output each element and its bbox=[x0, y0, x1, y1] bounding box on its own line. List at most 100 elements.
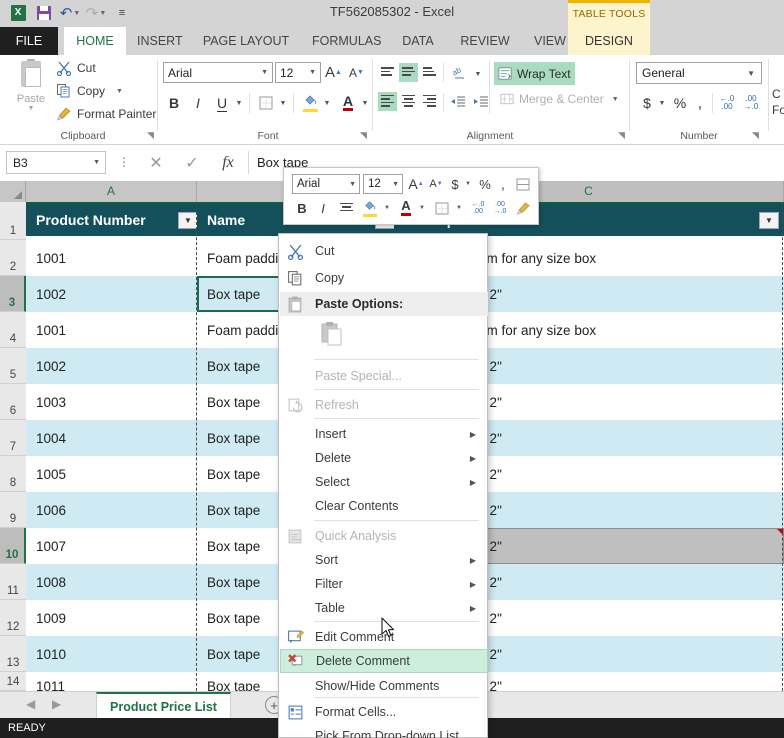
comma-button[interactable]: , bbox=[692, 92, 708, 114]
number-dialog-launcher[interactable]: ◥ bbox=[752, 130, 759, 141]
cell-a11[interactable]: 1008 bbox=[26, 564, 197, 600]
mini-borders-top-button[interactable] bbox=[512, 174, 534, 194]
row-header-4[interactable]: 4 bbox=[0, 312, 26, 348]
row-header-3[interactable]: 3 bbox=[0, 276, 26, 312]
mini-font-size-dropdown-icon[interactable]: ▼ bbox=[392, 181, 402, 188]
currency-button[interactable]: $ bbox=[638, 92, 656, 114]
sheet-tab-product-price-list[interactable]: Product Price List bbox=[96, 692, 231, 719]
merge-center-button[interactable]: Merge & Center ▼ bbox=[500, 92, 619, 106]
cell-a3[interactable]: 1002 bbox=[26, 276, 197, 312]
font-size-input[interactable]: 12 ▼ bbox=[275, 62, 321, 83]
cell-a5[interactable]: 1002 bbox=[26, 348, 197, 384]
currency-dropdown-icon[interactable]: ▼ bbox=[656, 96, 668, 110]
paste-options-gallery[interactable] bbox=[280, 316, 488, 356]
row-header-11[interactable]: 11 bbox=[0, 564, 26, 600]
cell-a7[interactable]: 1004 bbox=[26, 420, 197, 456]
underline-dropdown-icon[interactable]: ▼ bbox=[233, 96, 245, 110]
formula-bar-handle[interactable]: ⋮ bbox=[118, 155, 130, 169]
row-header-7[interactable]: 7 bbox=[0, 420, 26, 456]
name-box[interactable]: B3 ▼ bbox=[6, 151, 106, 174]
copy-button[interactable]: Copy ▼ bbox=[56, 83, 123, 99]
mini-font-name-dropdown-icon[interactable]: ▼ bbox=[349, 181, 359, 188]
context-menu-item-copy[interactable]: Copy bbox=[280, 266, 488, 290]
row-header-2[interactable]: 2 bbox=[0, 240, 26, 276]
context-menu-item-pick-from-dropdown-list[interactable]: Pick From Drop-down List... bbox=[280, 724, 488, 738]
enter-formula-button[interactable]: ✓ bbox=[176, 151, 208, 174]
mini-italic-button[interactable]: I bbox=[313, 198, 333, 218]
context-menu-item-filter[interactable]: Filter ▶ bbox=[280, 572, 488, 596]
context-menu-item-insert[interactable]: Insert ▶ bbox=[280, 422, 488, 446]
context-menu-item-format-cells[interactable]: Format Cells... bbox=[280, 700, 488, 724]
mini-increase-decimal-button[interactable]: ←.0.00 bbox=[468, 199, 488, 217]
column-header-a[interactable]: A bbox=[26, 181, 197, 202]
row-header-14[interactable]: 14 bbox=[0, 672, 26, 691]
row-header-1[interactable]: 1 bbox=[0, 202, 26, 240]
mini-bold-button[interactable]: B bbox=[292, 198, 312, 218]
grow-font-button[interactable]: A ▲ bbox=[323, 62, 344, 83]
mini-font-size-input[interactable]: 12 ▼ bbox=[363, 174, 403, 194]
decrease-indent-button[interactable] bbox=[447, 92, 469, 111]
row-header-6[interactable]: 6 bbox=[0, 384, 26, 420]
font-dialog-launcher[interactable]: ◥ bbox=[360, 130, 367, 141]
copy-dropdown-icon[interactable]: ▼ bbox=[116, 88, 123, 95]
number-format-dropdown-icon[interactable]: ▼ bbox=[747, 69, 761, 78]
align-top-button[interactable] bbox=[378, 63, 397, 82]
cell-a10[interactable]: 1007 bbox=[26, 528, 197, 564]
row-header-9[interactable]: 9 bbox=[0, 492, 26, 528]
orientation-dropdown-icon[interactable]: ▼ bbox=[472, 67, 484, 81]
prev-sheet-button[interactable]: ◀ bbox=[26, 697, 35, 711]
bold-button[interactable]: B bbox=[163, 92, 185, 114]
fill-color-button[interactable] bbox=[299, 92, 321, 114]
font-color-dropdown-icon[interactable]: ▼ bbox=[359, 96, 371, 110]
font-name-input[interactable]: Arial ▼ bbox=[163, 62, 273, 83]
decrease-decimal-button[interactable]: .00 →.0 bbox=[740, 93, 762, 113]
align-center-button[interactable] bbox=[399, 92, 418, 111]
select-all-corner[interactable] bbox=[0, 181, 26, 202]
number-format-select[interactable]: General ▼ bbox=[636, 62, 762, 84]
context-menu-item-edit-comment[interactable]: Edit Comment bbox=[280, 625, 488, 649]
fill-color-dropdown-icon[interactable]: ▼ bbox=[321, 96, 333, 110]
orientation-button[interactable]: ab bbox=[448, 63, 472, 82]
mini-fill-color-button[interactable] bbox=[359, 198, 381, 218]
mini-fill-color-dropdown-icon[interactable]: ▼ bbox=[382, 201, 392, 215]
clipboard-dialog-launcher[interactable]: ◥ bbox=[147, 130, 154, 141]
align-middle-button[interactable] bbox=[399, 63, 418, 82]
row-header-13[interactable]: 13 bbox=[0, 636, 26, 672]
context-menu-item-delete[interactable]: Delete ▶ bbox=[280, 446, 488, 470]
underline-button[interactable]: U bbox=[211, 92, 233, 114]
next-sheet-button[interactable]: ▶ bbox=[52, 697, 61, 711]
increase-decimal-button[interactable]: ←.0.00 bbox=[716, 93, 738, 113]
mini-center-button[interactable] bbox=[335, 198, 357, 218]
wrap-text-button[interactable]: Wrap Text bbox=[494, 62, 575, 85]
row-header-8[interactable]: 8 bbox=[0, 456, 26, 492]
mini-borders-button[interactable] bbox=[431, 198, 453, 218]
paste-button[interactable]: Paste ▼ bbox=[8, 59, 54, 127]
cell-a8[interactable]: 1005 bbox=[26, 456, 197, 492]
tab-review[interactable]: REVIEW bbox=[447, 27, 523, 55]
cell-a12[interactable]: 1009 bbox=[26, 600, 197, 636]
borders-button[interactable] bbox=[255, 92, 277, 114]
mini-currency-button[interactable]: $ bbox=[447, 174, 463, 194]
percent-button[interactable]: % bbox=[670, 92, 690, 114]
cell-a6[interactable]: 1003 bbox=[26, 384, 197, 420]
context-menu-item-clear-contents[interactable]: Clear Contents bbox=[280, 494, 488, 518]
tab-file[interactable]: FILE bbox=[0, 27, 58, 55]
row-header-12[interactable]: 12 bbox=[0, 600, 26, 636]
context-menu-item-show-hide-comments[interactable]: Show/Hide Comments bbox=[280, 674, 488, 698]
row-header-10[interactable]: 10 bbox=[0, 528, 26, 564]
shrink-font-button[interactable]: A ▼ bbox=[346, 62, 367, 83]
cell-a13[interactable]: 1010 bbox=[26, 636, 197, 672]
borders-dropdown-icon[interactable]: ▼ bbox=[277, 96, 289, 110]
context-menu-item-sort[interactable]: Sort ▶ bbox=[280, 548, 488, 572]
font-size-dropdown-icon[interactable]: ▼ bbox=[309, 69, 320, 76]
tab-page-layout[interactable]: PAGE LAYOUT bbox=[191, 27, 301, 55]
tab-data[interactable]: DATA bbox=[389, 27, 447, 55]
font-color-button[interactable]: A bbox=[337, 92, 359, 114]
context-menu-item-select[interactable]: Select ▶ bbox=[280, 470, 488, 494]
align-right-button[interactable] bbox=[420, 92, 439, 111]
tab-view[interactable]: VIEW bbox=[523, 27, 573, 55]
cell-a14[interactable]: 1011 bbox=[26, 668, 197, 692]
row-header-5[interactable]: 5 bbox=[0, 348, 26, 384]
alignment-dialog-launcher[interactable]: ◥ bbox=[618, 130, 625, 141]
mini-font-color-dropdown-icon[interactable]: ▼ bbox=[417, 201, 427, 215]
